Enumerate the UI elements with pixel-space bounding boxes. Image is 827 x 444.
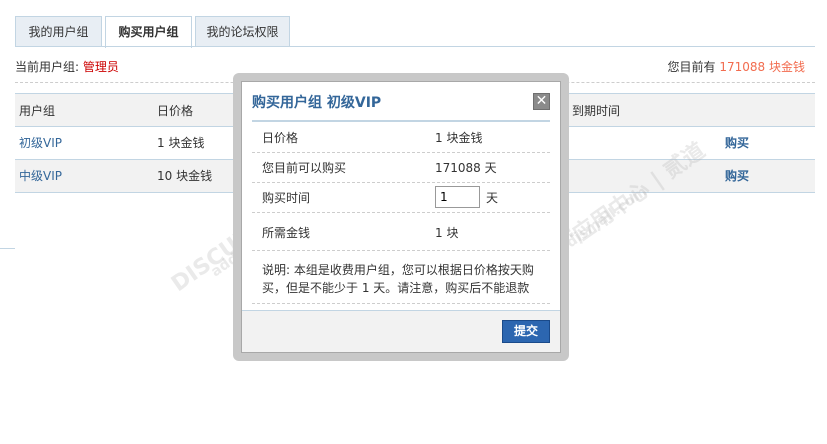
cost-label: 所需金钱 (262, 226, 311, 240)
balance-label: 您目前有 (667, 60, 716, 74)
price-value: 1 块金钱 (435, 131, 483, 145)
dialog-row-can-buy: 您目前可以购买 171088 天 (252, 153, 550, 183)
tab-my-groups[interactable]: 我的用户组 (15, 16, 102, 47)
divider (0, 248, 15, 249)
dialog-divider (252, 120, 550, 122)
time-label: 购买时间 (262, 191, 311, 205)
dialog-title: 购买用户组 初级VIP (252, 95, 382, 111)
days-input[interactable] (435, 186, 480, 208)
dialog-footer: 提交 (242, 310, 560, 352)
page: 我的用户组 购买用户组 我的论坛权限 当前用户组: 管理员 您目前有 17108… (0, 0, 827, 444)
days-unit: 天 (486, 191, 499, 205)
dialog-row-price: 日价格 1 块金钱 (252, 123, 550, 153)
close-icon[interactable]: ✕ (533, 93, 550, 110)
current-group-value: 管理员 (82, 60, 119, 74)
balance: 您目前有 171088 块金钱 (668, 57, 805, 77)
buy-button[interactable]: 购买 (725, 127, 749, 160)
dialog-row-time: 购买时间 天 (252, 183, 550, 213)
balance-value: 171088 块金钱 (719, 60, 805, 74)
header-expire: 到期时间 (572, 104, 621, 118)
price-label: 日价格 (262, 131, 299, 145)
tab-buy-groups[interactable]: 购买用户组 (105, 16, 192, 48)
price-cell: 10 块金钱 (157, 169, 213, 183)
current-group: 当前用户组: 管理员 (15, 57, 119, 77)
dialog-row-cost: 所需金钱 1 块 (252, 218, 550, 251)
group-link[interactable]: 中级VIP (19, 160, 62, 193)
buy-button[interactable]: 购买 (725, 160, 749, 193)
tab-divider (15, 46, 815, 47)
header-group: 用户组 (19, 104, 56, 118)
current-group-label: 当前用户组: (15, 60, 80, 74)
submit-button[interactable]: 提交 (502, 320, 550, 343)
buy-dialog: 购买用户组 初级VIP ✕ 日价格 1 块金钱 您目前可以购买 171088 天… (241, 81, 561, 353)
price-cell: 1 块金钱 (157, 136, 205, 150)
can-buy-value: 171088 天 (435, 161, 497, 175)
can-buy-label: 您目前可以购买 (262, 161, 347, 175)
tab-forum-permissions[interactable]: 我的论坛权限 (195, 16, 290, 47)
header-price: 日价格 (157, 104, 194, 118)
cost-value: 1 块 (435, 226, 459, 240)
dialog-frame: 购买用户组 初级VIP ✕ 日价格 1 块金钱 您目前可以购买 171088 天… (233, 73, 569, 361)
group-link[interactable]: 初级VIP (19, 127, 62, 160)
dialog-note: 说明: 本组是收费用户组，您可以根据日价格按天购买，但是不能少于 1 天。请注意… (252, 255, 550, 304)
